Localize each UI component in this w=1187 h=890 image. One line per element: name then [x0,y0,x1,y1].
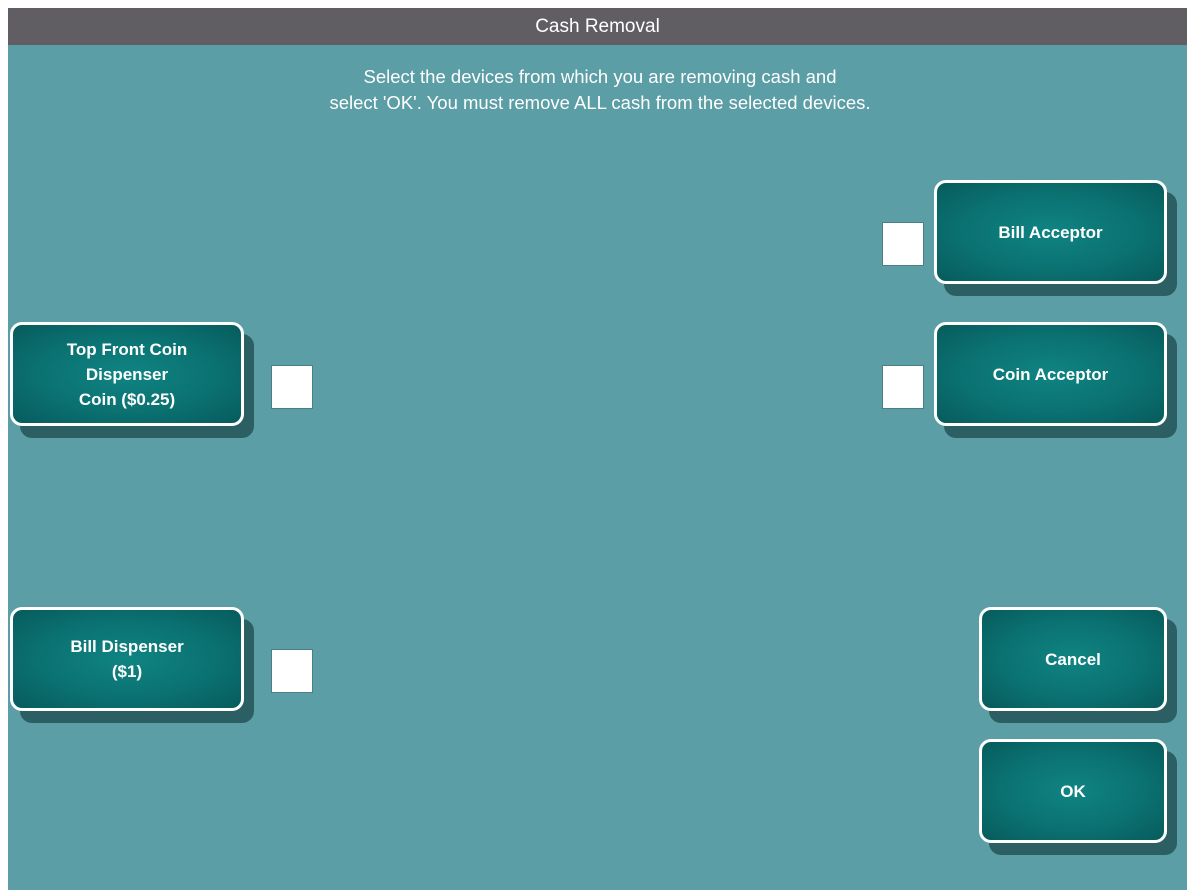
coin-acceptor-label: Coin Acceptor [992,364,1109,384]
ok-button[interactable]: OK [979,739,1167,843]
coin-dispenser-checkbox[interactable] [271,365,313,409]
bill-dispenser-checkbox[interactable] [271,649,313,693]
ok-label: OK [1060,781,1086,801]
bill-acceptor-button-wrap: Bill Acceptor [934,180,1177,296]
bill-dispenser-label-line-1: Bill Dispenser [70,637,184,656]
bill-acceptor-label: Bill Acceptor [998,222,1103,242]
instructions-line-1: Select the devices from which you are re… [363,66,837,87]
coin-acceptor-button[interactable]: Coin Acceptor [934,322,1167,426]
bill-dispenser-label-line-2: ($1) [111,662,143,681]
instructions-text: Select the devices from which you are re… [200,64,1000,116]
coin-acceptor-button-wrap: Coin Acceptor [934,322,1177,438]
cancel-button[interactable]: Cancel [979,607,1167,711]
coin-dispenser-button-wrap: Top Front Coin Dispenser Coin ($0.25) [10,322,254,438]
instructions-line-2: select 'OK'. You must remove ALL cash fr… [329,92,871,113]
window-left-edge [0,0,8,890]
cancel-button-wrap: Cancel [979,607,1177,723]
bill-dispenser-button[interactable]: Bill Dispenser ($1) [10,607,244,711]
window-title: Cash Removal [8,8,1187,45]
coin-dispenser-button[interactable]: Top Front Coin Dispenser Coin ($0.25) [10,322,244,426]
coin-dispenser-label-line-1: Top Front Coin [66,339,188,359]
ok-button-wrap: OK [979,739,1177,855]
bill-acceptor-button[interactable]: Bill Acceptor [934,180,1167,284]
coin-dispenser-label-line-3: Coin ($0.25) [78,389,176,409]
window-top-edge [0,0,1187,8]
coin-acceptor-checkbox[interactable] [882,365,924,409]
coin-dispenser-label-line-2: Dispenser [85,364,169,384]
bill-acceptor-checkbox[interactable] [882,222,924,266]
bill-dispenser-button-wrap: Bill Dispenser ($1) [10,607,254,723]
cancel-label: Cancel [1045,649,1101,669]
